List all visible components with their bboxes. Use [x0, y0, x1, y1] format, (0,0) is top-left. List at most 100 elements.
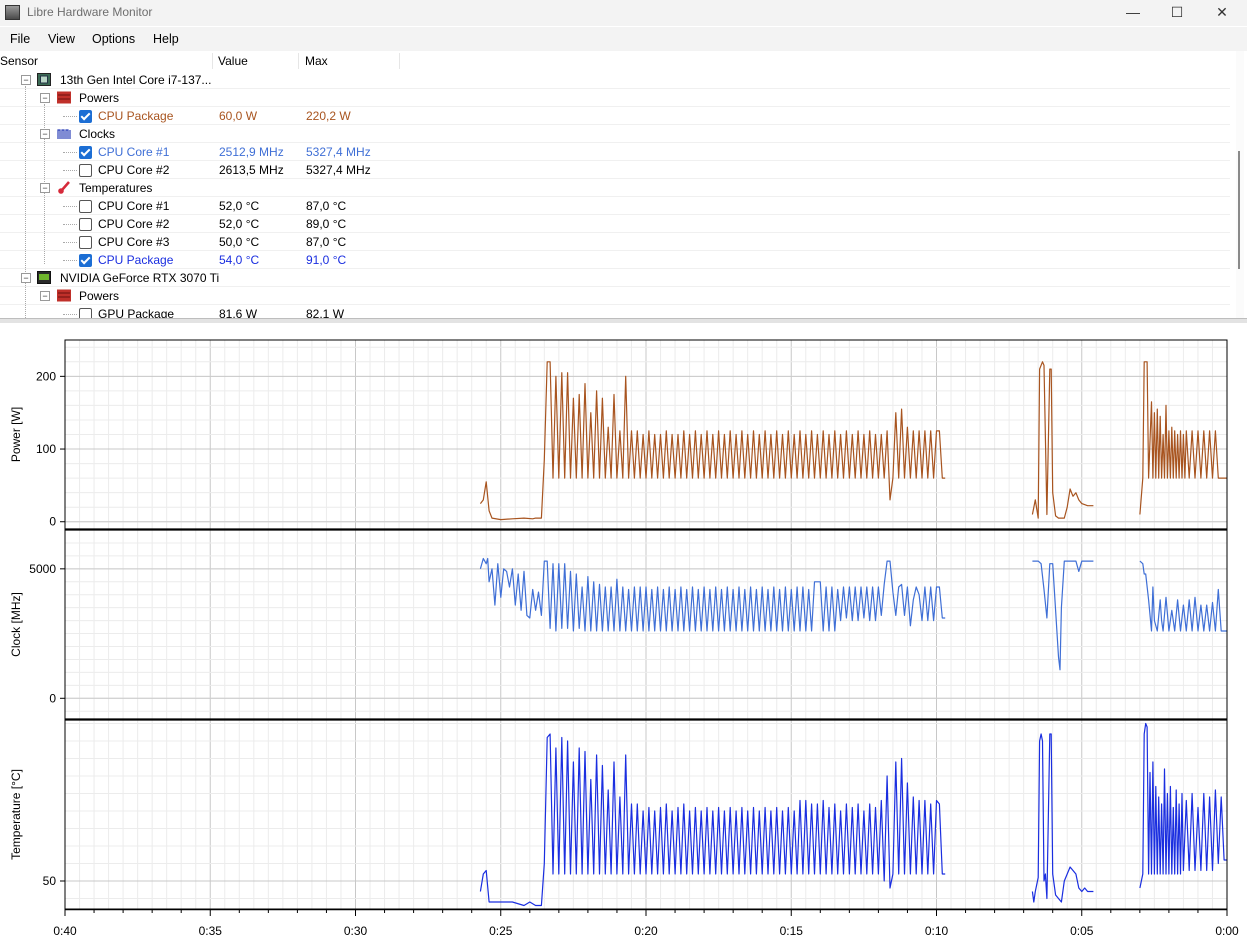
close-button[interactable]: ✕: [1199, 0, 1245, 26]
y-tick-label: 50: [43, 874, 57, 888]
sensor-row[interactable]: CPU Core #2 2613,5 MHz 5327,4 MHz: [0, 161, 1230, 179]
collapse-toggle[interactable]: −: [40, 129, 50, 139]
group-row[interactable]: − 13th Gen Intel Core i7-137...: [0, 71, 1230, 89]
menu-view[interactable]: View: [48, 32, 75, 46]
plot-checkbox[interactable]: [79, 164, 92, 177]
minimize-button[interactable]: —: [1110, 0, 1156, 26]
clock-wave-icon: [57, 127, 71, 140]
sensor-max: 82,1 W: [306, 307, 345, 318]
sensor-label: Powers: [79, 289, 120, 303]
maximize-button[interactable]: ☐: [1154, 0, 1200, 26]
plot-checkbox[interactable]: [79, 200, 92, 213]
tree-branch-line: [63, 170, 77, 171]
tree-branch-line: [63, 242, 77, 243]
column-max[interactable]: Max: [305, 53, 400, 69]
collapse-toggle[interactable]: −: [21, 75, 31, 85]
group-row[interactable]: − Powers: [0, 89, 1230, 107]
sensor-max: 89,0 °C: [306, 217, 347, 231]
power-bars-icon: [57, 289, 71, 302]
sensor-value: 52,0 °C: [219, 199, 260, 213]
tree-branch-line: [63, 152, 77, 153]
sensor-row[interactable]: CPU Core #2 52,0 °C 89,0 °C: [0, 215, 1230, 233]
sensor-label: CPU Core #1: [98, 199, 170, 213]
sensor-label: CPU Package: [98, 109, 174, 123]
sensor-label: CPU Package: [98, 253, 174, 267]
x-tick-label: 0:40: [53, 924, 77, 938]
sensor-row[interactable]: CPU Package 54,0 °C 91,0 °C: [0, 251, 1230, 269]
plot-checkbox[interactable]: [79, 308, 92, 318]
y-tick-label: 100: [36, 442, 56, 456]
tree-scrollbar[interactable]: [1236, 51, 1244, 318]
x-tick-label: 0:25: [489, 924, 513, 938]
sensor-max: 87,0 °C: [306, 235, 347, 249]
tree-branch-line: [63, 116, 77, 117]
sensor-label: Clocks: [79, 127, 116, 141]
sensor-max: 220,2 W: [306, 109, 351, 123]
sensor-value: 2613,5 MHz: [219, 163, 284, 177]
tree-branch-line: [63, 206, 77, 207]
sensor-label: CPU Core #2: [98, 217, 170, 231]
x-tick-label: 0:30: [344, 924, 368, 938]
menu-options[interactable]: Options: [92, 32, 135, 46]
sensor-max: 91,0 °C: [306, 253, 347, 267]
y-axis-label: Temperature [°C]: [9, 769, 23, 860]
sensor-label: Powers: [79, 91, 120, 105]
menu-bar: File View Options Help: [0, 27, 1247, 51]
sensor-row[interactable]: CPU Core #1 2512,9 MHz 5327,4 MHz: [0, 143, 1230, 161]
power-bars-icon: [57, 91, 71, 104]
sensor-row[interactable]: CPU Core #1 52,0 °C 87,0 °C: [0, 197, 1230, 215]
x-tick-label: 0:05: [1070, 924, 1094, 938]
collapse-toggle[interactable]: −: [40, 183, 50, 193]
plot-checkbox[interactable]: [79, 218, 92, 231]
x-tick-label: 0:00: [1215, 924, 1239, 938]
menu-help[interactable]: Help: [153, 32, 179, 46]
column-sensor[interactable]: Sensor: [0, 53, 213, 69]
group-row[interactable]: − NVIDIA GeForce RTX 3070 Ti: [0, 269, 1230, 287]
sensor-plot[interactable]: 0 100 200 Power [W] 0 5000 Clock [MHz] 50 Temper…: [0, 322, 1247, 947]
column-value[interactable]: Value: [218, 53, 299, 69]
sensor-label: CPU Core #3: [98, 235, 170, 249]
sensor-label: CPU Core #2: [98, 163, 170, 177]
plot-checkbox[interactable]: [79, 146, 92, 159]
tree-branch-line: [63, 260, 77, 261]
sensor-label: CPU Core #1: [98, 145, 170, 159]
cpu-chip-icon: [37, 73, 51, 86]
x-tick-label: 0:35: [199, 924, 223, 938]
sensor-label: Temperatures: [79, 181, 153, 195]
sensor-value: 52,0 °C: [219, 217, 260, 231]
tree-branch-line: [63, 224, 77, 225]
group-row[interactable]: − Powers: [0, 287, 1230, 305]
sensor-value: 2512,9 MHz: [219, 145, 284, 159]
plot-checkbox[interactable]: [79, 110, 92, 123]
y-axis-label: Clock [MHz]: [9, 592, 23, 657]
sensor-row[interactable]: CPU Package 60,0 W 220,2 W: [0, 107, 1230, 125]
tree-scroll-thumb[interactable]: [1238, 151, 1240, 269]
sensor-row[interactable]: CPU Core #3 50,0 °C 87,0 °C: [0, 233, 1230, 251]
sensor-max: 5327,4 MHz: [306, 163, 371, 177]
group-row[interactable]: − Temperatures: [0, 179, 1230, 197]
gpu-card-icon: [37, 271, 51, 284]
sensor-tree[interactable]: Sensor Value Max −13th Gen Intel Core i7…: [0, 51, 1240, 318]
title-bar: Libre Hardware Monitor — ☐ ✕: [0, 0, 1247, 26]
menu-file[interactable]: File: [10, 32, 30, 46]
sensor-value: 50,0 °C: [219, 235, 260, 249]
sensor-label: 13th Gen Intel Core i7-137...: [60, 73, 212, 87]
sensor-max: 87,0 °C: [306, 199, 347, 213]
plot-checkbox[interactable]: [79, 254, 92, 267]
app-icon: [5, 5, 20, 20]
y-tick-label: 5000: [29, 562, 56, 576]
thermometer-icon: [57, 181, 71, 194]
plot-checkbox[interactable]: [79, 236, 92, 249]
x-tick-label: 0:20: [634, 924, 658, 938]
group-row[interactable]: − Clocks: [0, 125, 1230, 143]
y-axis-label: Power [W]: [9, 407, 23, 462]
sensor-value: 81,6 W: [219, 307, 258, 318]
window-title: Libre Hardware Monitor: [27, 5, 153, 19]
collapse-toggle[interactable]: −: [21, 273, 31, 283]
sensor-label: NVIDIA GeForce RTX 3070 Ti: [60, 271, 220, 285]
sensor-value: 60,0 W: [219, 109, 258, 123]
sensor-row[interactable]: GPU Package 81,6 W 82,1 W: [0, 305, 1230, 318]
collapse-toggle[interactable]: −: [40, 93, 50, 103]
collapse-toggle[interactable]: −: [40, 291, 50, 301]
tree-branch-line: [63, 314, 77, 315]
